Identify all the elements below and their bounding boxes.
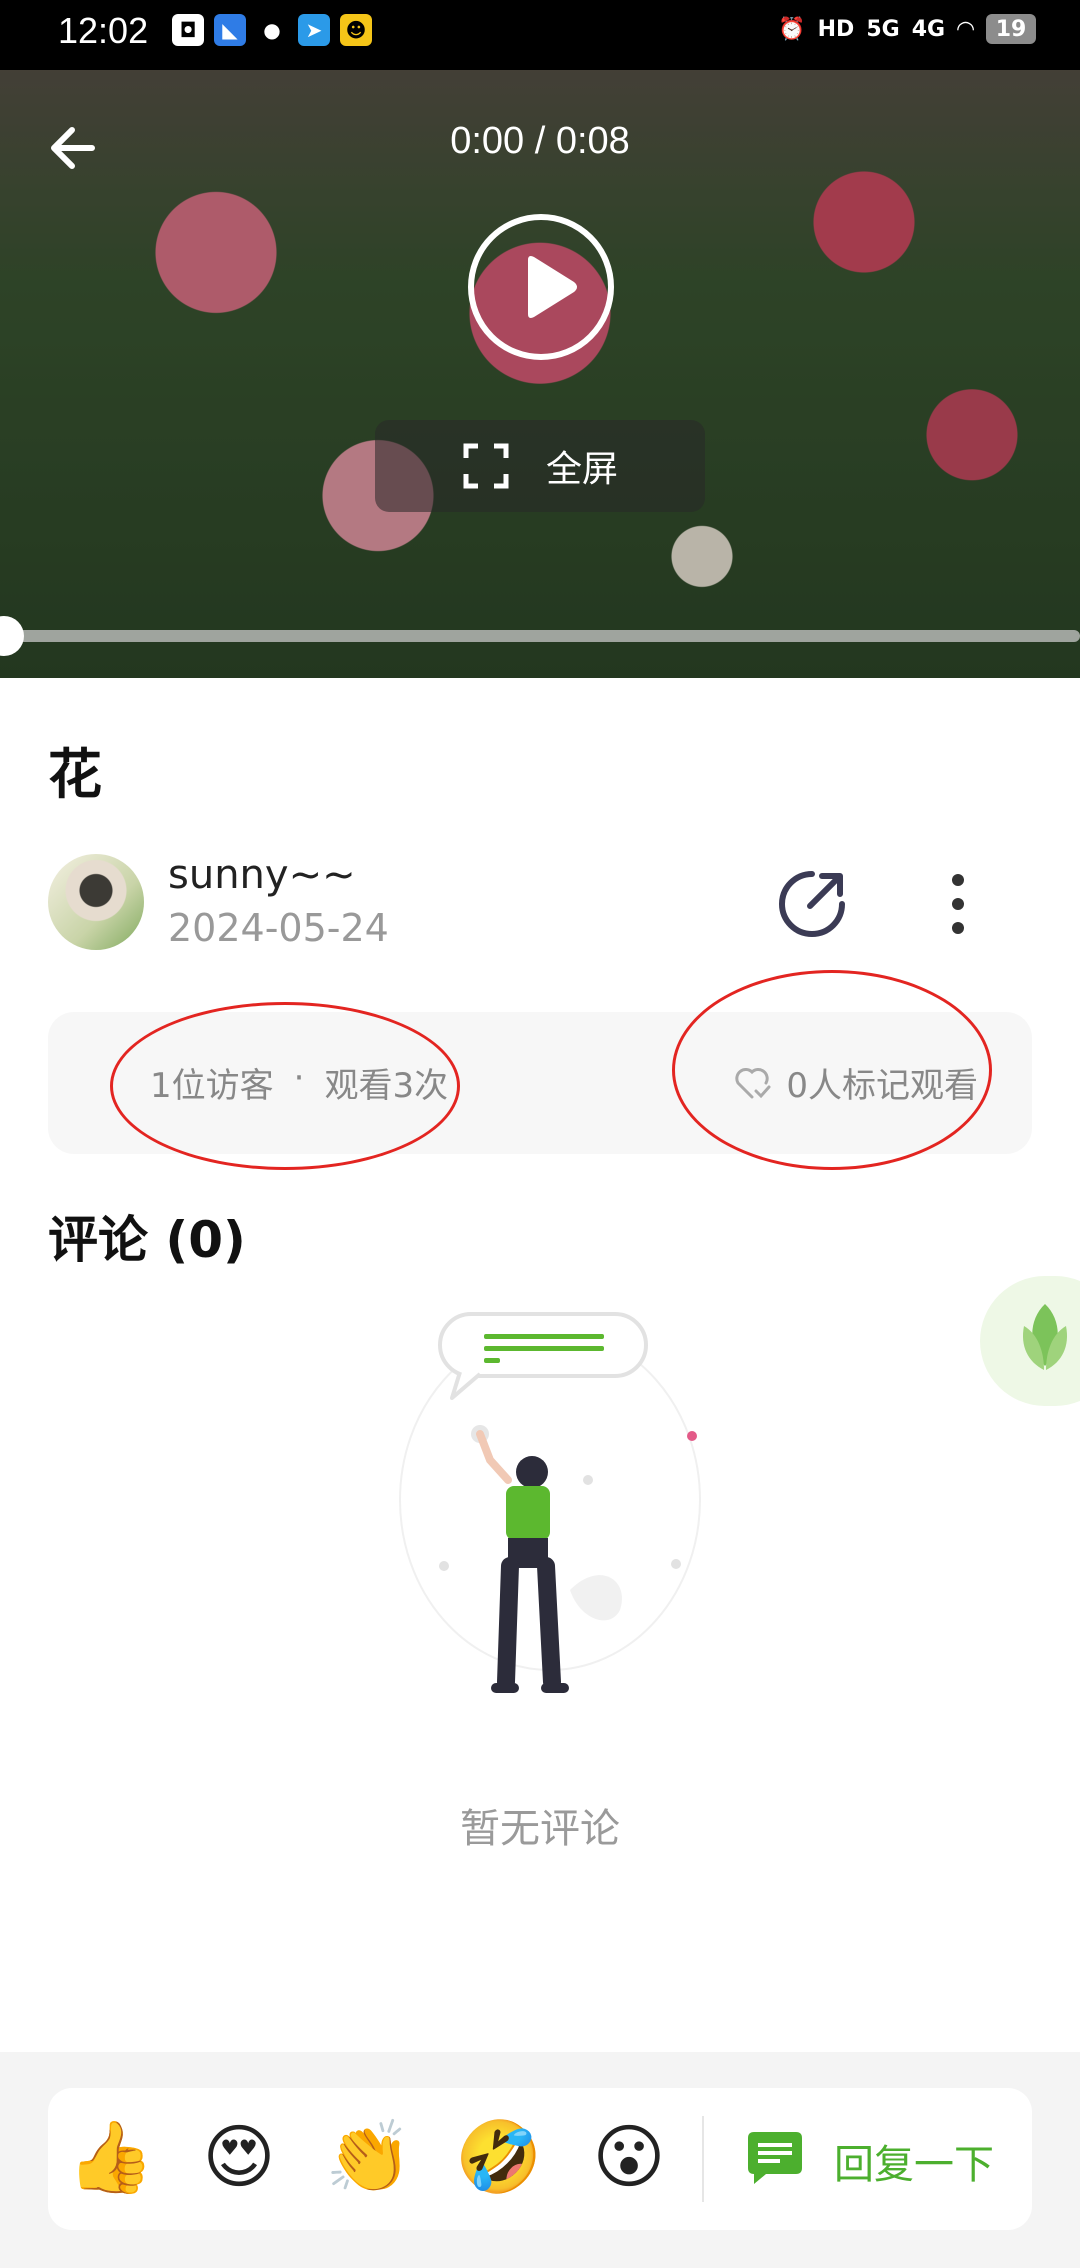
post-title: 花 xyxy=(48,743,102,806)
divider xyxy=(702,2116,704,2202)
author-name[interactable]: sunny~~ xyxy=(168,852,356,898)
reaction-bar: 👍 😍 👏 🤣 😮 回复一下 xyxy=(48,2088,1032,2230)
fullscreen-button[interactable]: 全屏 xyxy=(375,420,705,512)
app-notification-icon: ☻ xyxy=(340,14,372,46)
wifi-icon: ◠ xyxy=(957,16,974,42)
video-progress-bar[interactable] xyxy=(0,630,1080,642)
rofl-emoji-button[interactable]: 🤣 xyxy=(454,2112,544,2202)
leaf-icon xyxy=(1022,1304,1068,1370)
signal-4g-icon: 4G xyxy=(911,16,946,42)
notification-icons: ◘ ◣ ● ➤ ☻ xyxy=(172,14,372,46)
status-time: 12:02 xyxy=(58,10,149,51)
heart-eyes-emoji-button[interactable]: 😍 xyxy=(194,2112,284,2202)
comment-icon[interactable] xyxy=(744,2130,806,2186)
avatar[interactable] xyxy=(48,854,144,950)
video-time: 0:00 / 0:08 xyxy=(450,120,630,162)
fullscreen-label: 全屏 xyxy=(545,449,618,490)
fullscreen-icon xyxy=(463,443,509,489)
battery-icon: 19 xyxy=(986,14,1036,44)
share-icon[interactable] xyxy=(774,866,850,942)
app-notification-icon: ◣ xyxy=(214,14,246,46)
signal-5g-icon: 5G xyxy=(866,16,900,42)
floating-leaf-button[interactable] xyxy=(980,1276,1080,1406)
reply-button[interactable]: 回复一下 xyxy=(834,2132,994,2190)
app-notification-icon: ◘ xyxy=(172,14,204,46)
red-annotation-circle xyxy=(110,1002,460,1170)
system-icons: ⏰ HD 5G 4G ◠ 19 xyxy=(778,14,1036,44)
empty-comments-illustration xyxy=(399,1312,701,1693)
post-date: 2024-05-24 xyxy=(168,906,389,950)
red-annotation-circle xyxy=(672,970,992,1170)
play-button[interactable] xyxy=(468,214,614,360)
clapping-emoji-button[interactable]: 👏 xyxy=(324,2112,414,2202)
more-options-icon[interactable] xyxy=(944,866,972,942)
status-bar: 12:02 ◘ ◣ ● ➤ ☻ ⏰ HD 5G 4G ◠ 19 xyxy=(0,0,1080,70)
surprised-emoji-button[interactable]: 😮 xyxy=(584,2112,674,2202)
play-icon xyxy=(528,256,577,318)
telegram-icon: ➤ xyxy=(298,14,330,46)
drop-icon: ● xyxy=(263,18,281,42)
hd-icon: HD xyxy=(817,16,855,42)
comments-heading: 评论 (0) xyxy=(48,1211,246,1269)
alarm-icon: ⏰ xyxy=(778,16,806,42)
thumbs-up-emoji-button[interactable]: 👍 xyxy=(66,2112,156,2202)
video-player[interactable]: 0:00 / 0:08 全屏 xyxy=(0,70,1080,678)
empty-comments-text: 暂无评论 xyxy=(460,1806,620,1852)
